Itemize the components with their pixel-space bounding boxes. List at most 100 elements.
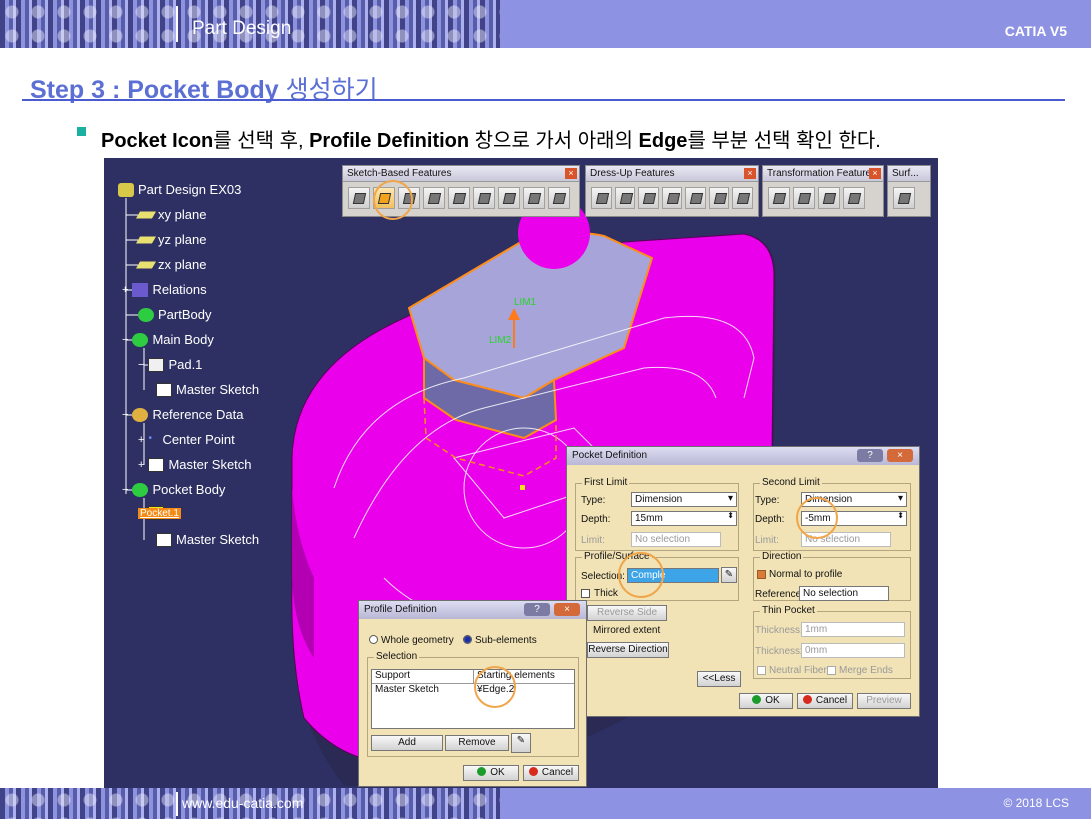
toolbar-dress-up[interactable]: Dress-Up Features × <box>585 165 759 217</box>
pocket-definition-dialog[interactable]: Pocket Definition ? × First Limit Type: … <box>566 446 920 717</box>
chevron-down-icon[interactable]: ▾ <box>898 493 903 504</box>
spinner-icon[interactable]: ⬍ <box>897 512 904 520</box>
depth2-field[interactable]: -5mm ⬍ <box>801 511 907 526</box>
expand-plus-icon[interactable]: + <box>138 434 144 446</box>
dim-label-lim1[interactable]: LIM1 <box>514 297 537 308</box>
profile-ok-button[interactable]: OK <box>463 765 519 781</box>
tree-node-center-point[interactable]: + • Center Point <box>138 432 235 447</box>
tree-node-relations[interactable]: + Relations <box>122 282 207 297</box>
pattern-tool-icon[interactable] <box>818 187 840 209</box>
expand-plus-icon[interactable]: + <box>122 284 128 296</box>
remove-button[interactable]: Remove <box>445 735 509 751</box>
toolbar-sketch-based[interactable]: Sketch-Based Features × <box>342 165 580 217</box>
tree-node-pocket-body[interactable]: − Pocket Body <box>122 482 225 497</box>
collapse-minus-icon[interactable]: − <box>122 334 128 346</box>
preview-button[interactable]: Preview <box>857 693 911 709</box>
thick-checkbox[interactable] <box>581 589 590 598</box>
close-icon[interactable]: × <box>554 603 580 616</box>
selection-table[interactable]: Support Starting elements Master Sketch … <box>371 669 575 729</box>
stiffener-tool-icon[interactable] <box>523 187 545 209</box>
tree-node-root[interactable]: Part Design EX03 <box>118 182 241 197</box>
collapse-minus-icon[interactable]: − <box>122 409 128 421</box>
help-icon[interactable]: ? <box>857 449 883 462</box>
pad-tool-icon[interactable] <box>348 187 370 209</box>
toolbar-title[interactable]: Sketch-Based Features × <box>343 166 579 182</box>
shell-tool-icon[interactable] <box>661 187 683 209</box>
profile-cancel-button[interactable]: Cancel <box>523 765 579 781</box>
tree-node-pad[interactable]: − Pad.1 <box>138 357 202 372</box>
cancel-button[interactable]: Cancel <box>797 693 853 709</box>
reference-field[interactable]: No selection <box>799 586 889 601</box>
column-header-support[interactable]: Support <box>372 670 474 683</box>
close-icon[interactable]: × <box>887 449 913 462</box>
thickness-tool-icon[interactable] <box>685 187 706 209</box>
slot-tool-icon[interactable] <box>498 187 520 209</box>
profile-definition-dialog[interactable]: Profile Definition ? × Whole geometry Su… <box>358 600 587 787</box>
dialog-title-bar[interactable]: Pocket Definition ? × <box>567 447 919 465</box>
scaling-tool-icon[interactable] <box>843 187 865 209</box>
remove-face-tool-icon[interactable] <box>732 187 754 209</box>
limit-field[interactable]: No selection <box>631 532 721 547</box>
toolbar-transformation[interactable]: Transformation Features × <box>762 165 884 217</box>
dialog-title-bar[interactable]: Profile Definition ? × <box>359 601 586 619</box>
less-button[interactable]: <<Less <box>697 671 741 687</box>
sub-elements-option[interactable]: Sub-elements <box>463 635 537 646</box>
tree-node-zx-plane[interactable]: zx plane <box>135 257 206 272</box>
add-button[interactable]: Add <box>371 735 443 751</box>
thread-tool-icon[interactable] <box>708 187 730 209</box>
pocket-tool-icon[interactable] <box>373 187 395 209</box>
shaft-tool-icon[interactable] <box>398 187 420 209</box>
tree-node-master-sketch-2[interactable]: + Master Sketch <box>138 457 252 472</box>
column-header-starting[interactable]: Starting elements <box>474 670 574 683</box>
thickness2-field[interactable]: 0mm <box>801 643 905 658</box>
help-icon[interactable]: ? <box>524 603 550 616</box>
tree-node-reference-data[interactable]: − Reference Data <box>122 407 244 422</box>
draft-tool-icon[interactable] <box>638 187 659 209</box>
whole-geometry-option[interactable]: Whole geometry <box>369 635 454 646</box>
mirror-tool-icon[interactable] <box>793 187 815 209</box>
ok-button[interactable]: OK <box>739 693 793 709</box>
hole-tool-icon[interactable] <box>448 187 470 209</box>
type-select[interactable]: Dimension ▾ <box>631 492 737 507</box>
collapse-minus-icon[interactable]: − <box>122 484 128 496</box>
reverse-direction-button[interactable]: Reverse Direction <box>587 642 669 658</box>
depth-field[interactable]: 15mm ⬍ <box>631 511 737 526</box>
tree-node-main-body[interactable]: − Main Body <box>122 332 214 347</box>
toolbar-title[interactable]: Transformation Features × <box>763 166 883 182</box>
chevron-down-icon[interactable]: ▾ <box>728 493 733 504</box>
reverse-side-button[interactable]: Reverse Side <box>587 605 667 621</box>
sketcher-icon[interactable]: ✎ <box>721 567 737 583</box>
collapse-minus-icon[interactable]: − <box>138 359 144 371</box>
limit2-field[interactable]: No selection <box>801 532 891 547</box>
toolbar-title[interactable]: Surf... <box>888 166 930 182</box>
tree-node-xy-plane[interactable]: xy plane <box>135 207 206 222</box>
expand-plus-icon[interactable]: + <box>138 459 144 471</box>
type2-select[interactable]: Dimension ▾ <box>801 492 907 507</box>
translation-tool-icon[interactable] <box>768 187 790 209</box>
close-icon[interactable]: × <box>744 168 756 179</box>
tree-node-pocket[interactable]: −Pocket.1 <box>138 506 181 520</box>
normal-to-profile-checkbox[interactable] <box>757 570 766 579</box>
toolbar-surface[interactable]: Surf... <box>887 165 931 217</box>
radio-button[interactable] <box>369 635 378 644</box>
tree-node-yz-plane[interactable]: yz plane <box>135 232 206 247</box>
close-icon[interactable]: × <box>869 168 881 179</box>
rib-tool-icon[interactable] <box>473 187 495 209</box>
footer-website[interactable]: www.edu-catia.com <box>182 795 303 811</box>
chamfer-tool-icon[interactable] <box>614 187 636 209</box>
tree-node-master-sketch-3[interactable]: Master Sketch <box>156 532 259 547</box>
toolbar-title[interactable]: Dress-Up Features × <box>586 166 758 182</box>
loft-tool-icon[interactable] <box>548 187 570 209</box>
neutral-fiber-checkbox[interactable] <box>757 666 766 675</box>
thickness1-field[interactable]: 1mm <box>801 622 905 637</box>
fillet-tool-icon[interactable] <box>591 187 612 209</box>
table-row[interactable]: Master Sketch ¥Edge.2 <box>372 684 574 698</box>
tree-node-master-sketch-1[interactable]: Master Sketch <box>156 382 259 397</box>
spinner-icon[interactable]: ⬍ <box>727 512 734 520</box>
groove-tool-icon[interactable] <box>423 187 445 209</box>
split-tool-icon[interactable] <box>893 187 915 209</box>
dim-label-lim2[interactable]: LIM2 <box>489 335 512 346</box>
profile-selection-field[interactable]: Comple <box>627 568 719 583</box>
radio-button[interactable] <box>463 635 472 644</box>
tree-node-partbody[interactable]: PartBody <box>138 307 211 322</box>
